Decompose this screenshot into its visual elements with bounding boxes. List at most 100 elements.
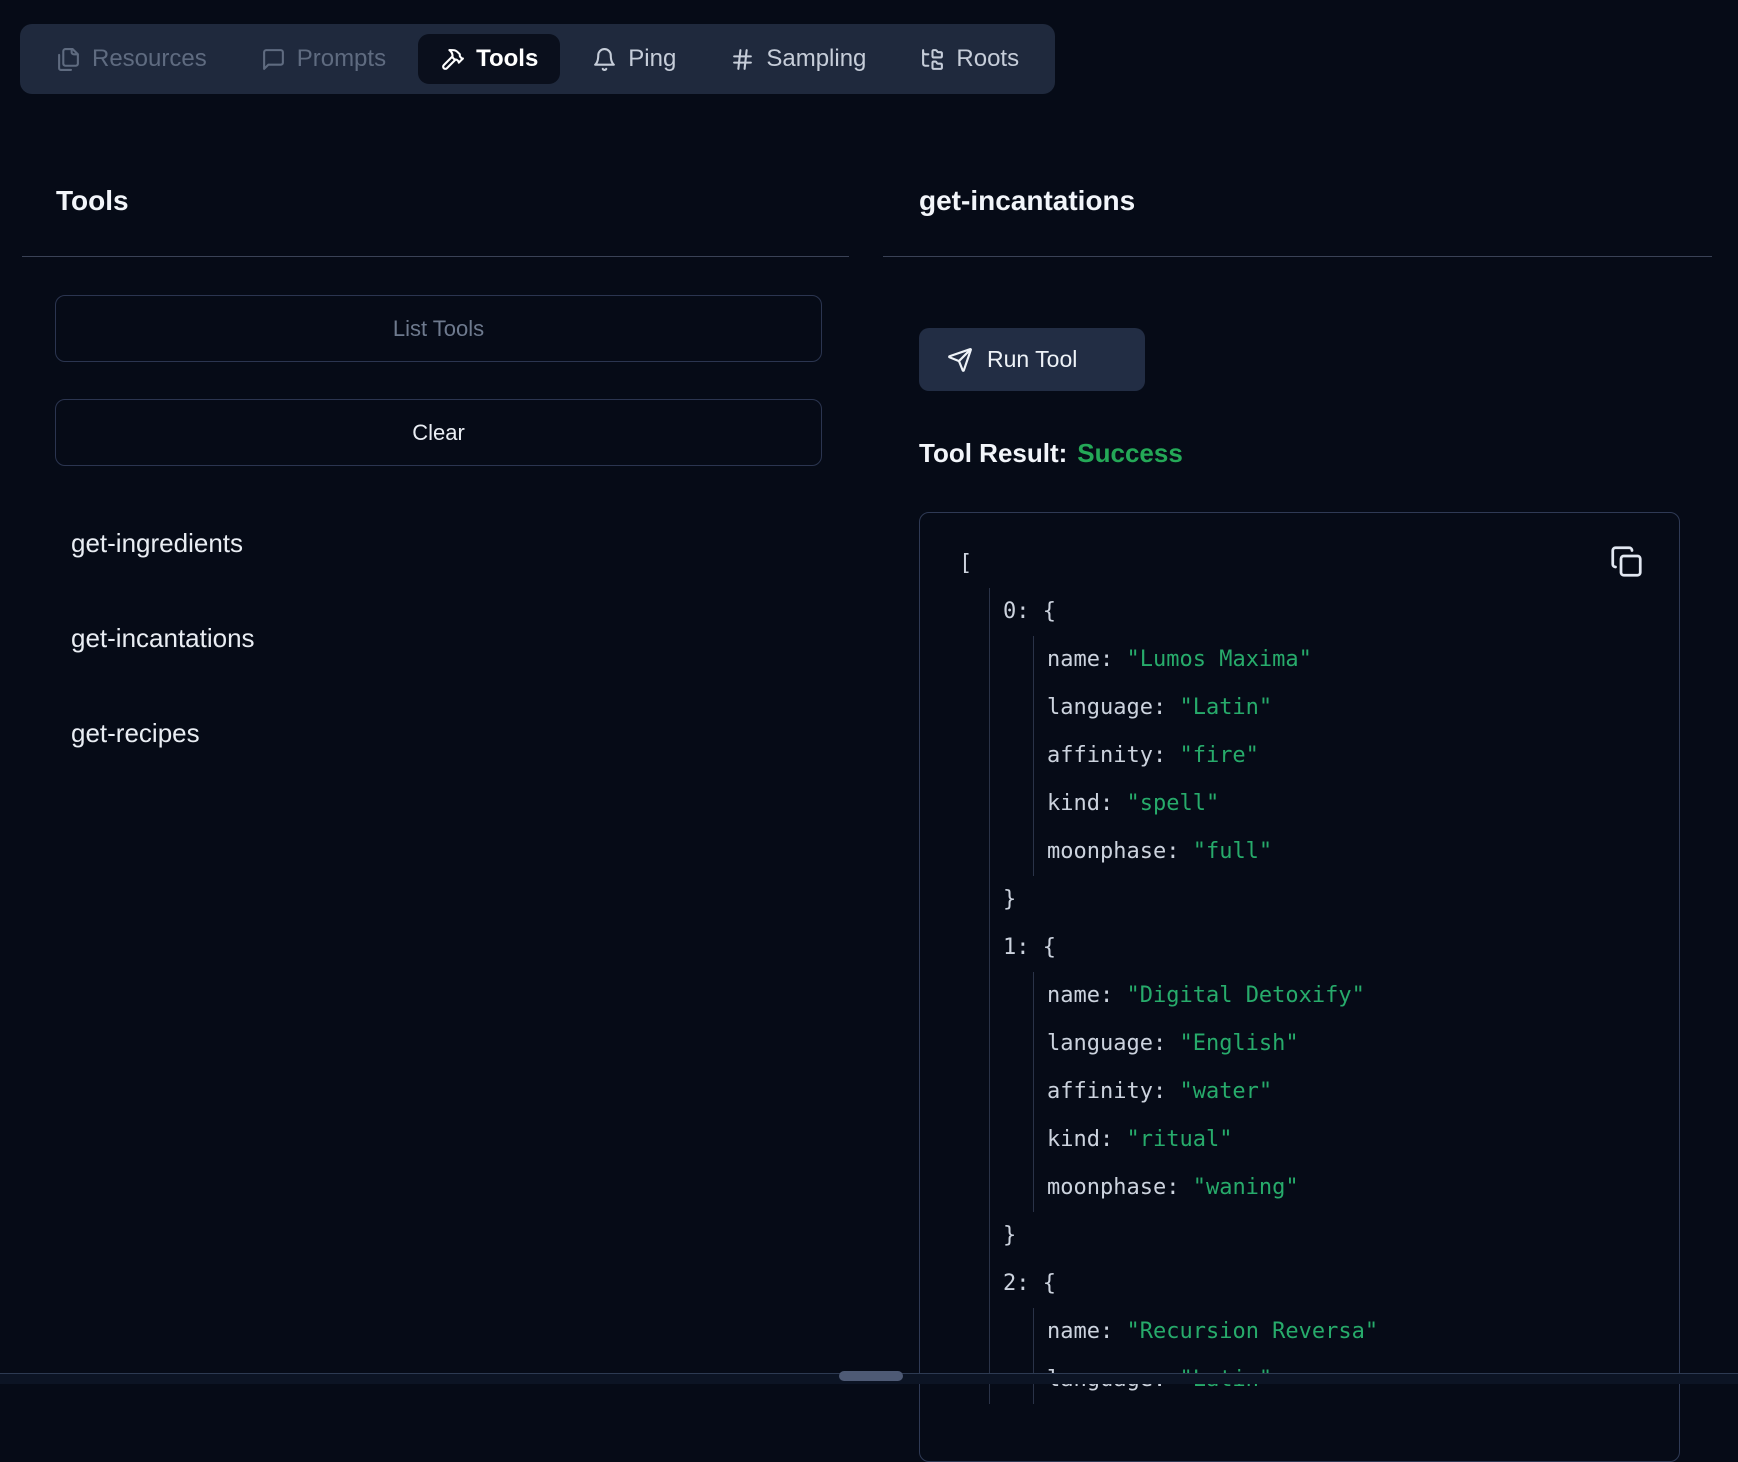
indent-guide: [989, 1260, 1003, 1308]
tool-result-line: Tool Result: Success: [919, 435, 1183, 471]
indent-guide: [989, 732, 1003, 780]
json-token: moonphase:: [1047, 1164, 1193, 1212]
indent-guide: [1033, 972, 1047, 1020]
json-token: kind:: [1047, 780, 1126, 828]
json-line: 1: {: [920, 924, 1679, 972]
indent-guide: [989, 1020, 1003, 1068]
clear-button[interactable]: Clear: [55, 399, 822, 466]
json-token: affinity:: [1047, 732, 1179, 780]
tool-result-label: Tool Result:: [919, 438, 1067, 468]
indent-guide: [1033, 636, 1047, 684]
json-line: kind: "spell": [920, 780, 1679, 828]
indent-guide: [989, 636, 1003, 684]
tool-item-get-recipes[interactable]: get-recipes: [22, 709, 849, 757]
app: { "tab_bar": { "tabs": [ {"label": "Reso…: [0, 0, 1738, 1384]
run-tool-button[interactable]: Run Tool: [919, 328, 1145, 391]
json-token: "waning": [1193, 1164, 1299, 1212]
json-token: "full": [1193, 828, 1272, 876]
horizontal-scrollbar-thumb[interactable]: [839, 1371, 903, 1381]
tool-result-json-box: [0: {name: "Lumos Maxima"language: "Lati…: [919, 512, 1680, 1462]
json-line: [: [920, 540, 1679, 588]
json-token: {: [1043, 588, 1056, 636]
json-token: "Digital Detoxify": [1126, 972, 1364, 1020]
json-token: "English": [1179, 1020, 1298, 1068]
json-token: {: [1043, 1260, 1056, 1308]
json-token: "Lumos Maxima": [1126, 636, 1311, 684]
json-token: name:: [1047, 636, 1126, 684]
indent-guide: [989, 1164, 1003, 1212]
indent-guide: [989, 876, 1003, 924]
indent-guide: [1033, 1116, 1047, 1164]
indent-guide: [1033, 780, 1047, 828]
json-token: [: [959, 540, 972, 588]
indent-guide: [1033, 1020, 1047, 1068]
json-token: "water": [1179, 1068, 1272, 1116]
json-token: {: [1043, 924, 1056, 972]
run-tool-label: Run Tool: [987, 346, 1077, 373]
json-token: name:: [1047, 972, 1126, 1020]
copy-icon: [1610, 545, 1644, 578]
indent-guide: [989, 1116, 1003, 1164]
json-line: 2: {: [920, 1260, 1679, 1308]
json-token: name:: [1047, 1308, 1126, 1356]
indent-guide: [989, 828, 1003, 876]
json-token: language:: [1047, 1020, 1179, 1068]
json-token: "ritual": [1126, 1116, 1232, 1164]
indent-guide: [1033, 828, 1047, 876]
json-token: }: [1003, 1212, 1016, 1260]
indent-guide: [1033, 1068, 1047, 1116]
indent-guide: [1033, 684, 1047, 732]
indent-guide: [989, 1212, 1003, 1260]
json-line: moonphase: "full": [920, 828, 1679, 876]
indent-guide: [989, 780, 1003, 828]
json-token: "Latin": [1179, 684, 1272, 732]
json-token: 0:: [1003, 588, 1043, 636]
json-tree: [0: {name: "Lumos Maxima"language: "Lati…: [920, 540, 1679, 1404]
json-line: kind: "ritual": [920, 1116, 1679, 1164]
status-badge: Success: [1077, 438, 1183, 468]
json-token: "fire": [1179, 732, 1258, 780]
tool-detail-panel: get-incantations Run Tool Tool Result: Su…: [883, 0, 1712, 1384]
json-line: name: "Digital Detoxify": [920, 972, 1679, 1020]
indent-guide: [989, 588, 1003, 636]
divider: [883, 256, 1712, 257]
tool-item-get-ingredients[interactable]: get-ingredients: [22, 519, 849, 567]
json-line: language: "Latin": [920, 684, 1679, 732]
indent-guide: [1033, 1308, 1047, 1356]
indent-guide: [989, 924, 1003, 972]
json-token: 1:: [1003, 924, 1043, 972]
indent-guide: [989, 972, 1003, 1020]
json-line: name: "Lumos Maxima": [920, 636, 1679, 684]
json-line: language: "English": [920, 1020, 1679, 1068]
json-line: }: [920, 1212, 1679, 1260]
list-tools-button[interactable]: List Tools: [55, 295, 822, 362]
indent-guide: [1033, 732, 1047, 780]
json-token: moonphase:: [1047, 828, 1193, 876]
json-token: }: [1003, 876, 1016, 924]
json-line: }: [920, 876, 1679, 924]
json-token: language:: [1047, 684, 1179, 732]
divider: [22, 256, 849, 257]
tool-item-get-incantations[interactable]: get-incantations: [22, 614, 849, 662]
indent-guide: [989, 1308, 1003, 1356]
horizontal-scrollbar-track[interactable]: [0, 1373, 1738, 1384]
json-line: affinity: "water": [920, 1068, 1679, 1116]
indent-guide: [989, 684, 1003, 732]
json-token: "spell": [1126, 780, 1219, 828]
json-token: kind:: [1047, 1116, 1126, 1164]
json-token: "Recursion Reversa": [1126, 1308, 1378, 1356]
indent-guide: [1033, 1164, 1047, 1212]
copy-button[interactable]: [1610, 544, 1644, 578]
json-line: 0: {: [920, 588, 1679, 636]
indent-guide: [989, 1068, 1003, 1116]
tool-list: get-ingredients get-incantations get-rec…: [22, 519, 849, 804]
tools-panel: Tools List Tools Clear get-ingredients g…: [22, 0, 849, 1384]
send-icon: [947, 347, 973, 373]
json-token: affinity:: [1047, 1068, 1179, 1116]
json-line: moonphase: "waning": [920, 1164, 1679, 1212]
json-line: affinity: "fire": [920, 732, 1679, 780]
json-token: 2:: [1003, 1260, 1043, 1308]
selected-tool-title: get-incantations: [919, 184, 1135, 218]
json-line: name: "Recursion Reversa": [920, 1308, 1679, 1356]
page-title: Tools: [56, 184, 129, 218]
